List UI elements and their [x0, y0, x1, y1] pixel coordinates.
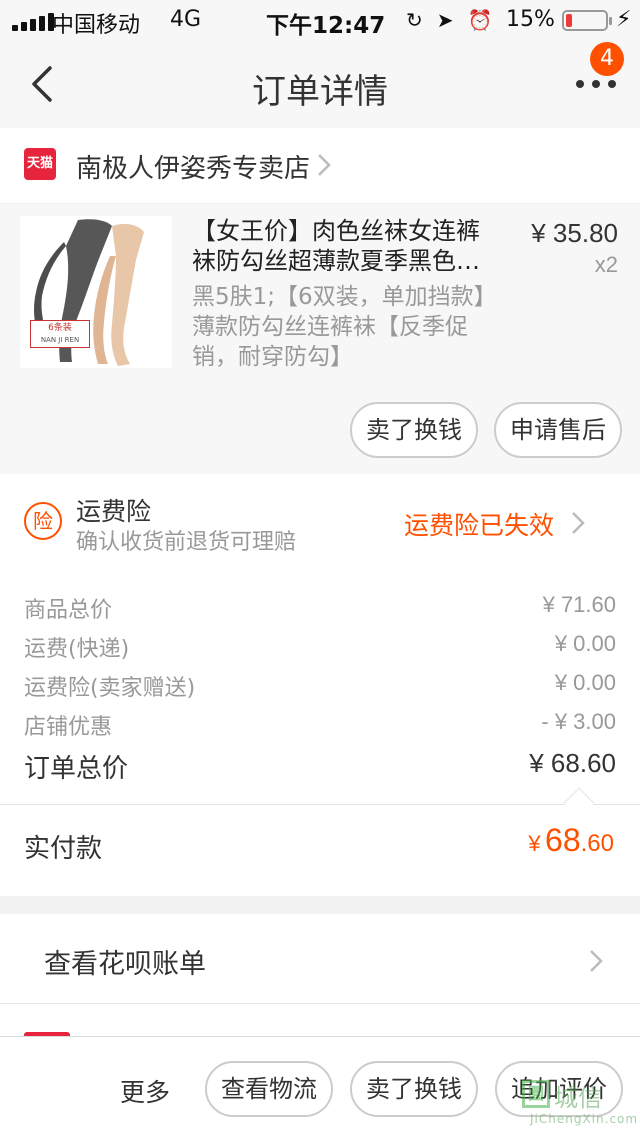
orientation-lock-icon: ↻ — [406, 8, 423, 32]
product-item[interactable]: 6条装 NAN JI REN 【女王价】肉色丝袜女连裤袜防勾丝超薄款夏季黑色… … — [0, 204, 640, 474]
paid-label: 实付款 — [24, 834, 103, 864]
resell-button[interactable]: 卖了换钱 — [350, 402, 478, 458]
summary-row-shipping: 运费(快递) ¥ 0.00 — [24, 631, 616, 662]
product-title[interactable]: 【女王价】肉色丝袜女连裤袜防勾丝超薄款夏季黑色… — [192, 216, 492, 276]
notification-badge: 4 — [590, 42, 624, 76]
view-logistics-button[interactable]: 查看物流 — [205, 1061, 333, 1117]
thumbnail-pack-tag: 6条装 NAN JI REN — [30, 320, 90, 348]
product-price: ¥ 35.80 — [531, 218, 618, 248]
nav-bar: 订单详情 4 — [0, 40, 640, 128]
carrier-name: 中国移动 — [52, 13, 141, 38]
store-name[interactable]: 南极人伊姿秀专卖店 — [76, 148, 310, 185]
battery-percent: 15% — [506, 7, 555, 32]
location-arrow-icon: ➤ — [436, 8, 454, 32]
insurance-title: 运费险 — [76, 497, 152, 526]
after-sale-button[interactable]: 申请售后 — [494, 402, 622, 458]
summary-row-insurance: 运费险(卖家赠送) ¥ 0.00 — [24, 670, 616, 701]
product-quantity: x2 — [594, 252, 618, 277]
summary-row-discount: 店铺优惠 - ¥ 3.00 — [24, 709, 616, 740]
summary-row-goods: 商品总价 ¥ 71.60 — [24, 592, 616, 623]
chevron-right-icon — [590, 950, 603, 972]
more-link[interactable]: 更多 — [120, 1073, 170, 1109]
more-options-icon[interactable] — [576, 80, 616, 90]
watermark-logo: 圜 城信 JiChengXin.com — [518, 1076, 637, 1130]
battery-level-fill — [566, 14, 572, 27]
chevron-right-icon — [572, 512, 585, 534]
chevron-right-icon — [318, 154, 331, 176]
paid-amount: ¥ 68.60 — [528, 822, 614, 858]
network-type: 4G — [170, 7, 202, 32]
order-total-row: 订单总价 ¥ 68.60 — [24, 744, 616, 788]
insurance-icon: 险 — [24, 502, 62, 540]
product-sku: 黑5肤1;【6双装，单加挡款】薄款防勾丝连裤袜【反季促销，耐穿防勾】 — [192, 284, 486, 370]
price-summary: 商品总价 ¥ 71.60 运费(快递) ¥ 0.00 运费险(卖家赠送) ¥ 0… — [0, 566, 640, 896]
signal-strength-icon — [12, 13, 54, 31]
battery-icon — [562, 10, 612, 31]
order-total-value: ¥ 68.60 — [529, 748, 616, 778]
charging-bolt-icon: ⚡ — [616, 7, 632, 32]
status-bar: 中国移动 4G 下午12:47 ↻ ➤ ⏰ 15% ⚡ — [0, 0, 640, 40]
product-thumbnail[interactable]: 6条装 NAN JI REN — [20, 216, 172, 368]
insurance-status[interactable]: 运费险已失效 — [404, 506, 554, 542]
tmall-icon: 天猫 — [24, 148, 56, 180]
alarm-icon: ⏰ — [467, 8, 493, 32]
divider — [0, 804, 640, 805]
store-row[interactable]: 天猫 南极人伊姿秀专卖店 — [0, 128, 640, 204]
insurance-subtitle: 确认收货前退货可理赔 — [76, 530, 297, 555]
order-total-label: 订单总价 — [24, 754, 129, 784]
divider-notch — [563, 787, 595, 819]
resell-bottom-button[interactable]: 卖了换钱 — [350, 1061, 478, 1117]
huabei-bill-row[interactable]: 查看花呗账单 — [0, 914, 640, 1004]
huabei-bill-label[interactable]: 查看花呗账单 — [44, 942, 206, 981]
shipping-insurance-row[interactable]: 险 运费险 确认收货前退货可理赔 运费险已失效 — [0, 474, 640, 566]
bottom-action-bar: 更多 查看物流 卖了换钱 追加评价 圜 城信 JiChengXin.com — [0, 1036, 640, 1136]
status-time: 下午12:47 — [266, 13, 386, 39]
page-title: 订单详情 — [252, 72, 388, 112]
